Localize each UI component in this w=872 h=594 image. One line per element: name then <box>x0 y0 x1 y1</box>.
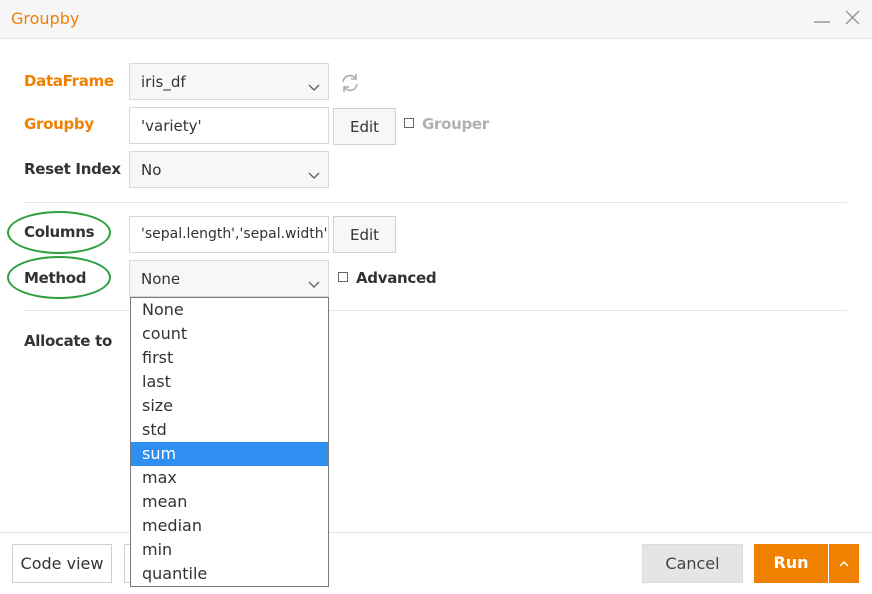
chevron-down-icon <box>308 78 320 96</box>
section-divider <box>24 202 847 203</box>
grouper-label: Grouper <box>422 115 489 133</box>
groupby-edit-button[interactable]: Edit <box>333 108 396 145</box>
dataframe-label: DataFrame <box>24 72 114 90</box>
groupby-input[interactable]: 'variety' <box>129 107 329 144</box>
minimize-icon[interactable] <box>812 8 832 28</box>
allocate-to-label: Allocate to <box>24 332 112 350</box>
advanced-checkbox[interactable] <box>338 272 348 282</box>
grouper-checkbox[interactable] <box>404 118 414 128</box>
window-title: Groupby <box>11 9 80 28</box>
method-option-min[interactable]: min <box>131 538 328 562</box>
method-highlight-ellipse <box>7 256 111 299</box>
code-view-button[interactable]: Code view <box>12 544 112 583</box>
dataframe-value: iris_df <box>141 73 186 91</box>
method-option-size[interactable]: size <box>131 394 328 418</box>
columns-highlight-ellipse <box>7 211 111 254</box>
reset-index-select[interactable]: No <box>129 151 329 188</box>
refresh-icon[interactable] <box>339 72 361 94</box>
columns-edit-button[interactable]: Edit <box>333 216 396 253</box>
method-select[interactable]: None <box>129 260 329 297</box>
reset-index-value: No <box>141 161 162 179</box>
run-options-button[interactable] <box>829 544 859 583</box>
columns-value: 'sepal.length','sepal.width',' <box>141 226 329 242</box>
groupby-value: 'variety' <box>141 117 202 135</box>
cancel-button[interactable]: Cancel <box>642 544 743 583</box>
reset-index-label: Reset Index <box>24 160 121 178</box>
method-value: None <box>141 270 181 288</box>
close-icon[interactable] <box>843 8 863 28</box>
columns-input[interactable]: 'sepal.length','sepal.width',' <box>129 216 329 253</box>
method-dropdown-list: None count first last size std sum max mean media… <box>130 297 329 587</box>
title-bar: Groupby <box>0 0 872 39</box>
method-option-std[interactable]: std <box>131 418 328 442</box>
advanced-label: Advanced <box>356 269 437 287</box>
method-option-mean[interactable]: mean <box>131 490 328 514</box>
run-button[interactable]: Run <box>754 544 828 583</box>
method-option-max[interactable]: max <box>131 466 328 490</box>
chevron-down-icon <box>308 166 320 184</box>
chevron-down-icon <box>308 275 320 293</box>
groupby-label: Groupby <box>24 115 94 133</box>
method-option-first[interactable]: first <box>131 346 328 370</box>
dataframe-select[interactable]: iris_df <box>129 63 329 100</box>
method-option-quantile[interactable]: quantile <box>131 562 328 586</box>
method-option-None[interactable]: None <box>131 298 328 322</box>
method-option-median[interactable]: median <box>131 514 328 538</box>
chevron-up-icon <box>839 560 849 567</box>
method-option-last[interactable]: last <box>131 370 328 394</box>
method-option-sum[interactable]: sum <box>131 442 328 466</box>
method-option-count[interactable]: count <box>131 322 328 346</box>
